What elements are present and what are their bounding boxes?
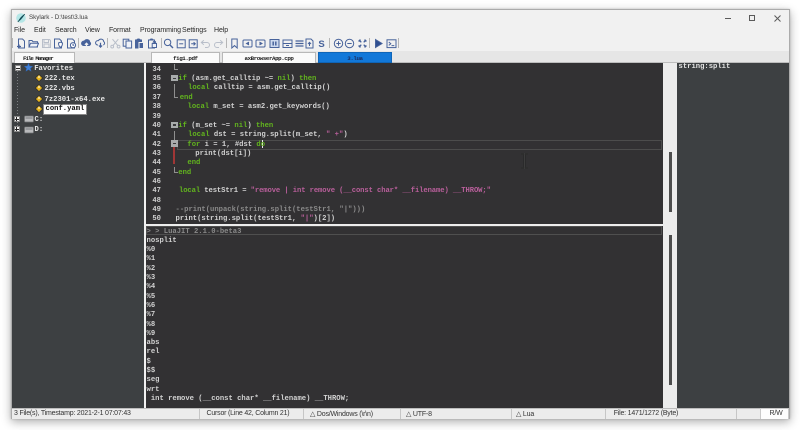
svg-text:S: S xyxy=(318,39,324,49)
